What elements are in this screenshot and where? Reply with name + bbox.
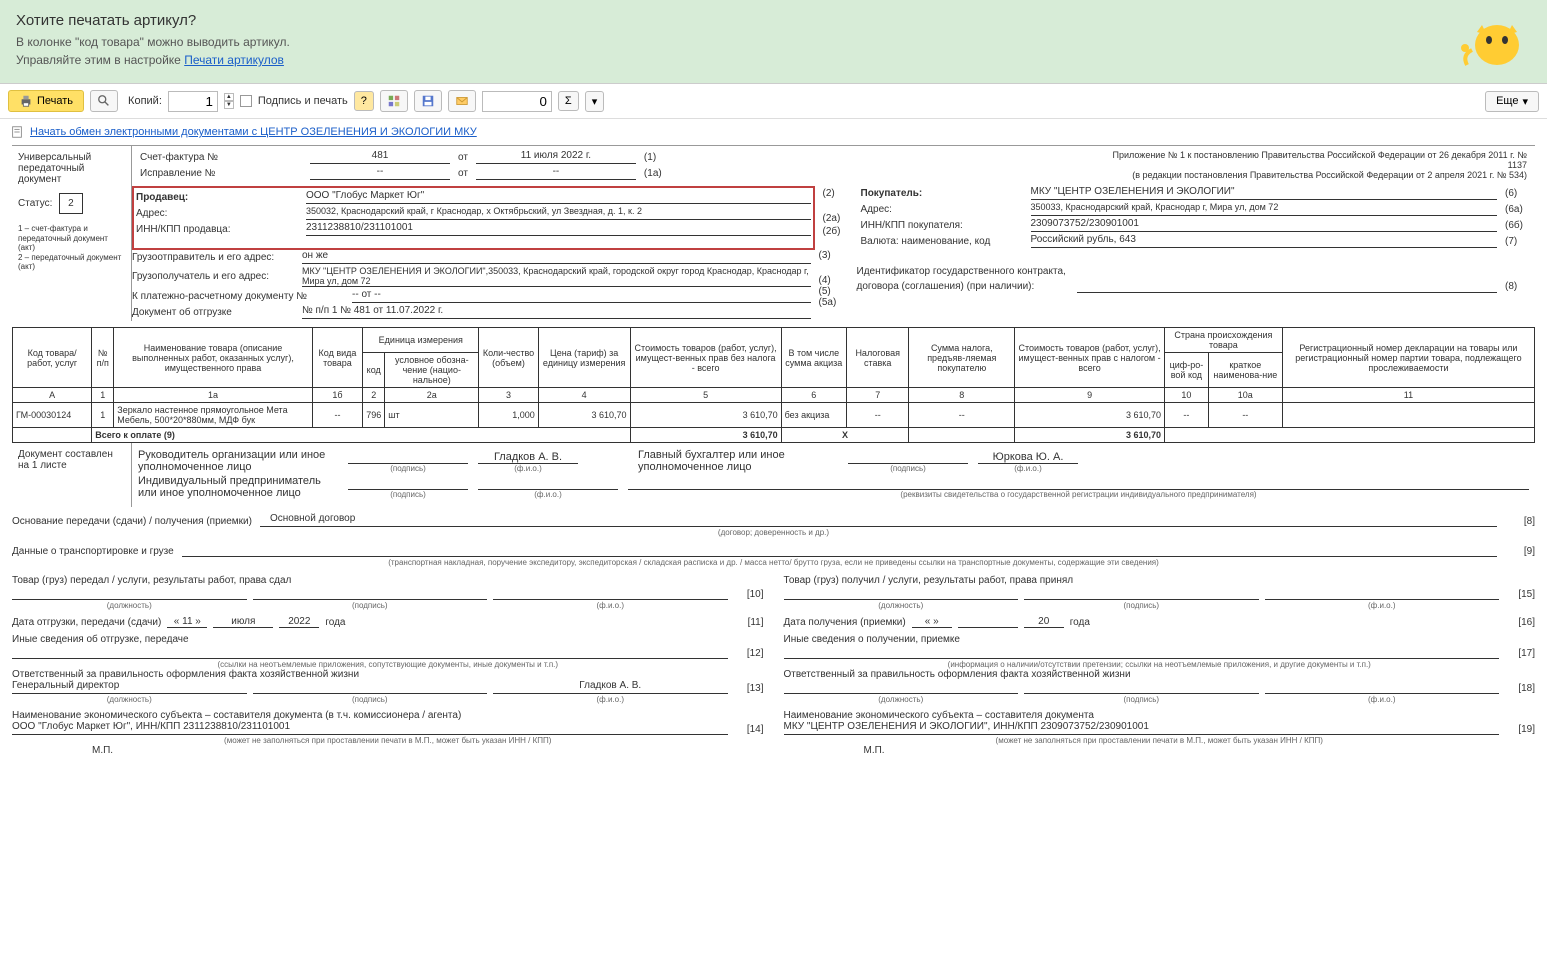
sender-block: Товар (груз) передал / услуги, результат… [12,575,764,756]
save-button[interactable] [414,90,442,112]
envelope-icon [455,94,469,108]
status-value: 2 [59,193,83,214]
floppy-icon [421,94,435,108]
more-button[interactable]: Еще ▾ [1485,91,1539,112]
banner-title: Хотите печатать артикул? [16,12,1531,29]
help-button[interactable]: ? [354,91,374,111]
copies-label: Копий: [128,95,162,107]
copies-input[interactable] [168,91,218,112]
receiver-block: Товар (груз) получил / услуги, результат… [784,575,1536,756]
info-banner: Хотите печатать артикул? В колонке "код … [0,0,1547,84]
document-area: Универсальный передаточный документ Стат… [0,145,1547,776]
document-icon [10,125,24,139]
preview-button[interactable] [90,90,118,112]
printer-icon [19,94,33,108]
mascot-icon [1457,10,1527,70]
items-table: Код товара/ работ, услуг № п/п Наименова… [12,327,1535,443]
settings-button[interactable] [380,90,408,112]
magnifier-icon [97,94,111,108]
total-row: Всего к оплате (9) 3 610,70 Х 3 610,70 [13,428,1535,443]
email-button[interactable] [448,90,476,112]
doc-type-column: Универсальный передаточный документ Стат… [12,146,132,321]
sigma-button[interactable]: Σ [558,91,579,111]
sign-print-checkbox[interactable] [240,95,252,107]
copies-spinner[interactable]: ▲▼ [224,93,234,109]
banner-line2: Управляйте этим в настройке Печати артик… [16,53,1531,67]
exchange-bar: Начать обмен электронными документами с … [0,119,1547,145]
grid-icon [387,94,401,108]
sign-print-label: Подпись и печать [258,95,348,107]
banner-link[interactable]: Печати артикулов [184,53,284,67]
seller-box: Продавец:ООО "Глобус Маркет Юг" Адрес:35… [132,186,815,250]
print-button[interactable]: Печать [8,90,84,112]
sigma-dropdown[interactable]: ▾ [585,91,605,112]
exchange-link[interactable]: Начать обмен электронными документами с … [30,126,477,138]
banner-line1: В колонке "код товара" можно выводить ар… [16,35,1531,49]
table-row: ГМ-00030124 1 Зеркало настенное прямоуго… [13,403,1535,428]
toolbar: Печать Копий: ▲▼ Подпись и печать ? Σ ▾ … [0,84,1547,119]
num-input[interactable] [482,91,552,112]
